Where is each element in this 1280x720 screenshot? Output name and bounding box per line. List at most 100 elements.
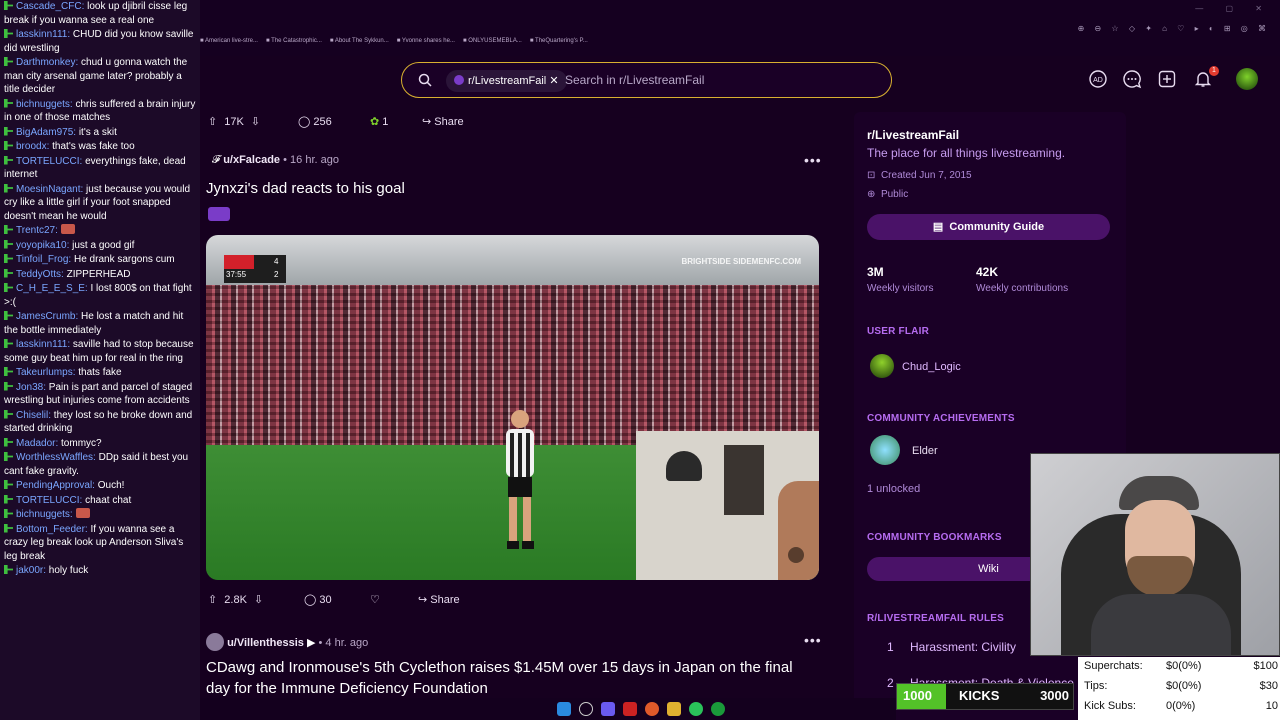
kicks-goal-bar: 1000 KICKS 3000 xyxy=(896,683,1074,710)
folder-icon[interactable] xyxy=(667,702,681,716)
achievements-heading: COMMUNITY ACHIEVEMENTS xyxy=(867,413,1015,424)
post-title[interactable]: CDawg and Ironmouse's 5th Cyclethon rais… xyxy=(206,657,816,699)
windows-start-icon[interactable] xyxy=(557,702,571,716)
downvote-icon[interactable]: ⇩ xyxy=(251,116,260,128)
chat-badge-icon xyxy=(4,126,13,136)
comments-button[interactable]: ◯ 256 xyxy=(298,108,332,136)
spotify-icon[interactable] xyxy=(689,702,703,716)
chat-username[interactable]: Madador: xyxy=(16,438,58,449)
chat-message: TORTELUCCI: everythings fake, dead inter… xyxy=(4,155,196,182)
share-button[interactable]: ↪ Share xyxy=(418,586,460,614)
bookmark-item[interactable]: ■ Yvonne shares he... xyxy=(397,38,455,44)
chat-username[interactable]: bichnuggets: xyxy=(16,509,73,520)
vote-control[interactable]: ⇧ 17K ⇩ xyxy=(208,108,260,136)
post-menu-icon[interactable]: ••• xyxy=(804,152,822,168)
search-input[interactable]: r/LivestreamFail ✕ Search in r/Livestrea… xyxy=(401,62,892,98)
chat-username[interactable]: BigAdam975: xyxy=(16,127,76,138)
post-author[interactable]: u/xFalcade xyxy=(223,154,280,166)
donation-value: $0(0%) xyxy=(1166,660,1202,672)
chat-username[interactable]: TeddyOtts: xyxy=(16,269,64,280)
search-icon[interactable] xyxy=(579,702,593,716)
award-button[interactable]: ✿ 1 xyxy=(370,108,388,136)
cake-icon: ⊡ xyxy=(867,170,876,181)
chat-username[interactable]: JamesCrumb: xyxy=(16,311,78,322)
post-feed: ⇧ 17K ⇩ ◯ 256 ✿ 1 ↪ Share 𝓕 u/xFalcade •… xyxy=(200,104,850,720)
bookmark-item[interactable]: ■ The Catastrophic... xyxy=(266,38,322,44)
vote-control[interactable]: ⇧ 2.8K ⇩ xyxy=(208,586,263,614)
mute-icon[interactable] xyxy=(788,547,804,563)
donation-label: Superchats: xyxy=(1084,660,1143,672)
chat-username[interactable]: PendingApproval: xyxy=(16,480,95,491)
share-icon: ↪ xyxy=(418,594,428,606)
chat-badge-icon xyxy=(4,565,13,574)
upvote-icon[interactable]: ⇧ xyxy=(208,116,217,128)
chat-username[interactable]: MoesinNagant: xyxy=(16,184,83,195)
donation-goal: $30 xyxy=(1259,680,1278,692)
chat-badge-icon xyxy=(4,311,13,320)
user-avatar[interactable] xyxy=(1236,68,1258,90)
chat-text: He drank sargons cum xyxy=(71,254,175,265)
chat-username[interactable]: Cascade_CFC: xyxy=(16,1,84,12)
chat-username[interactable]: Chiselil: xyxy=(16,410,51,421)
chat-username[interactable]: yoyopika10: xyxy=(16,240,69,251)
obs-icon[interactable] xyxy=(623,702,637,716)
comment-count: 30 xyxy=(319,594,332,606)
chat-badge-icon xyxy=(4,283,13,292)
chat-username[interactable]: bichnuggets: xyxy=(16,99,73,110)
chat-username[interactable]: Tinfoil_Frog: xyxy=(16,254,71,265)
share-button[interactable]: ↪ Share xyxy=(422,108,464,136)
discord-icon[interactable] xyxy=(601,702,615,716)
bookmark-item[interactable]: ■ American live-stre... xyxy=(200,38,258,44)
award-button[interactable]: ♡ xyxy=(370,586,380,614)
bookmark-item[interactable]: ■ TheQuartering's P... xyxy=(530,38,588,44)
comments-button[interactable]: ◯ 30 xyxy=(304,586,332,614)
chat-text: thats fake xyxy=(75,367,122,378)
chrome-icon[interactable] xyxy=(645,702,659,716)
chat-username[interactable]: lasskinn111: xyxy=(16,29,70,40)
chat-username[interactable]: Bottom_Feeder: xyxy=(16,524,88,535)
post-menu-icon[interactable]: ••• xyxy=(804,632,822,648)
create-post-icon[interactable] xyxy=(1157,69,1177,89)
share-label: Share xyxy=(434,116,464,128)
xbox-icon[interactable] xyxy=(711,702,725,716)
award-icon: ♡ xyxy=(370,594,380,606)
chat-message: PendingApproval: Ouch! xyxy=(4,479,196,493)
chat-icon[interactable] xyxy=(1122,69,1142,89)
community-guide-button[interactable]: ▤ Community Guide xyxy=(867,214,1110,240)
community-icon: 𝓕 xyxy=(212,154,221,166)
achievements-unlocked[interactable]: 1 unlocked xyxy=(867,483,920,495)
chat-username[interactable]: Takeurlumps: xyxy=(16,367,75,378)
chat-message: Darthmonkey: chud u gonna watch the man … xyxy=(4,56,196,97)
video-player[interactable]: 37:55 4 2 BRIGHTSIDE SIDEMENFC.COM xyxy=(206,235,819,580)
close-icon[interactable]: ✕ xyxy=(549,75,558,87)
chat-username[interactable]: broodx: xyxy=(16,141,49,152)
award-icon: ✿ xyxy=(370,116,380,128)
chat-emote-icon xyxy=(75,508,90,518)
chat-username[interactable]: Jon38: xyxy=(16,382,46,393)
chat-username[interactable]: WorthlessWaffles: xyxy=(16,452,96,463)
chat-username[interactable]: lasskinn111: xyxy=(16,339,70,350)
bookmark-item[interactable]: ■ About The Sykkun... xyxy=(330,38,389,44)
donation-label: Kick Subs: xyxy=(1084,700,1136,712)
rule-title[interactable]: Harassment: Civility xyxy=(910,640,1016,654)
chat-username[interactable]: Trentc27: xyxy=(16,225,58,236)
chat-badge-icon xyxy=(4,29,13,38)
chat-username[interactable]: C_H_E_E_S_E: xyxy=(16,283,88,294)
community-name[interactable]: r/LivestreamFail xyxy=(867,128,959,142)
chat-username[interactable]: jak00r: xyxy=(16,565,46,576)
chat-text: that's was fake too xyxy=(49,141,135,152)
bookmark-item[interactable]: ■ ONLYUSEMEBLA... xyxy=(463,38,522,44)
chat-username[interactable]: Darthmonkey: xyxy=(16,57,78,68)
chat-badge-icon xyxy=(4,183,13,193)
post-author[interactable]: u/Villenthessis xyxy=(227,637,304,649)
upvote-icon[interactable]: ⇧ xyxy=(208,594,217,606)
chat-username[interactable]: TORTELUCCI: xyxy=(16,495,82,506)
user-flair-name[interactable]: Chud_Logic xyxy=(902,361,961,373)
advertise-icon[interactable]: AD xyxy=(1088,69,1108,89)
subreddit-chip[interactable]: r/LivestreamFail ✕ xyxy=(446,70,567,92)
chat-username[interactable]: TORTELUCCI: xyxy=(16,156,82,167)
post-title[interactable]: Jynxzi's dad reacts to his goal xyxy=(206,178,405,199)
extension-icons[interactable]: ⊕ ⊖ ☆ ◇ ✦ ⌂ ♡ ▸ ◐ ⊞ ◎ ⌘ xyxy=(1078,24,1270,33)
window-controls[interactable]: — ▢ ✕ xyxy=(1195,4,1272,13)
downvote-icon[interactable]: ⇩ xyxy=(254,594,263,606)
